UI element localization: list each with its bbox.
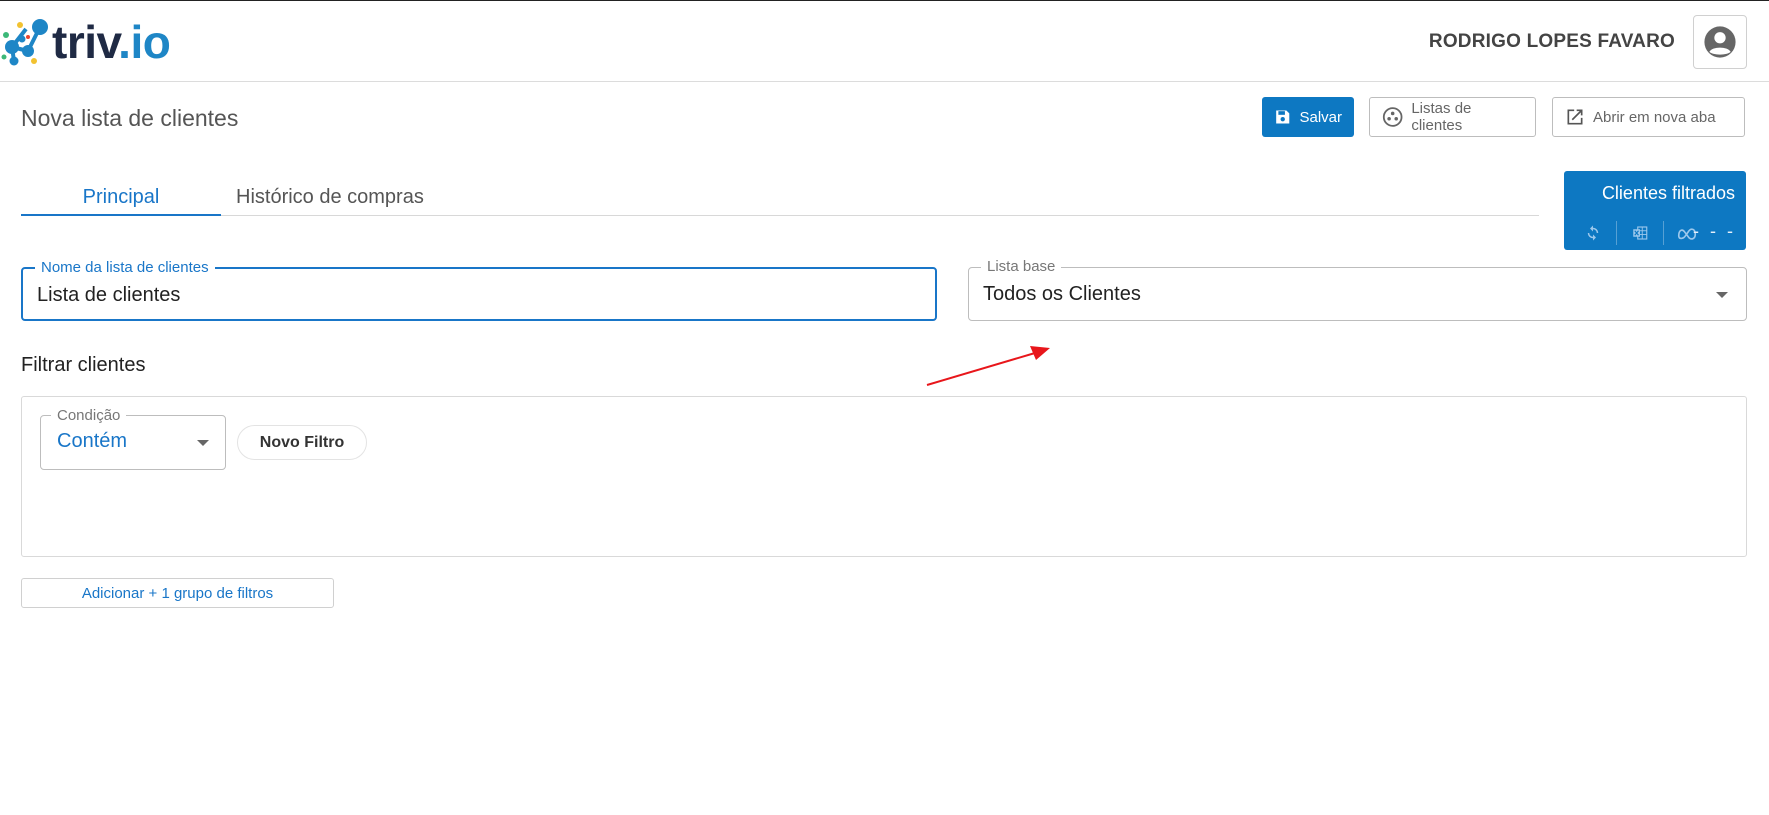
save-button-label: Salvar [1299,108,1342,126]
condition-select[interactable]: Condição Contém [40,407,226,470]
user-menu-button[interactable] [1693,15,1747,69]
user-name: RODRIGO LOPES FAVARO [1428,31,1675,52]
open-new-tab-button-label: Abrir em nova aba [1593,108,1716,126]
page-title: Nova lista de clientes [21,105,239,131]
excel-icon[interactable] [1625,222,1655,244]
refresh-icon[interactable] [1578,222,1608,244]
base-list-label: Lista base [981,258,1062,276]
tab-principal[interactable]: Principal [21,186,221,216]
group-circle-icon [1382,107,1403,127]
save-button[interactable]: Salvar [1262,97,1354,137]
add-filter-group-button[interactable]: Adicionar + 1 grupo de filtros [21,578,334,608]
active-tab-indicator [21,214,221,216]
dropdown-arrow-icon[interactable] [197,440,209,446]
tab-bar: Principal Histórico de compras [21,178,1539,216]
logo-wordmark: triv.io [52,16,171,68]
base-list-value: Todos os Clientes [983,283,1141,305]
condition-value: Contém [57,430,128,452]
list-name-input[interactable]: Lista de clientes [37,284,180,307]
list-name-label: Nome da lista de clientes [35,259,215,277]
dropdown-arrow-icon[interactable] [1716,292,1728,298]
top-bar: triv.io RODRIGO LOPES FAVARO [0,0,1769,82]
list-name-field[interactable]: Nome da lista de clientes Lista de clien… [21,259,937,321]
open-new-tab-button[interactable]: Abrir em nova aba [1552,97,1745,137]
divider [1616,221,1617,245]
save-icon [1276,110,1290,124]
account-circle-icon [1704,26,1736,58]
filtered-clients-card: Clientes filtrados - - - [1564,171,1746,250]
open-in-new-icon [1567,109,1583,125]
tab-historico-de-compras[interactable]: Histórico de compras [236,186,424,209]
base-list-select[interactable]: Lista base Todos os Clientes [968,258,1747,321]
trivio-logo[interactable]: triv.io [0,16,171,68]
filtered-clients-title: Clientes filtrados [1601,183,1735,203]
new-filter-button[interactable]: Novo Filtro [237,425,367,460]
molecule-logo-icon [1,19,48,66]
filter-group-box: Condição Contém Novo Filtro [21,396,1747,557]
filtered-clients-count: - - - [1693,221,1736,241]
annotation-arrow-icon [926,346,1050,386]
filter-section-title: Filtrar clientes [21,354,146,376]
divider [1663,221,1664,245]
condition-label: Condição [51,407,127,425]
filtered-clients-actions [1578,221,1702,245]
client-lists-button[interactable]: Listas de clientes [1369,97,1536,137]
client-lists-button-label: Listas de clientes [1411,100,1472,134]
